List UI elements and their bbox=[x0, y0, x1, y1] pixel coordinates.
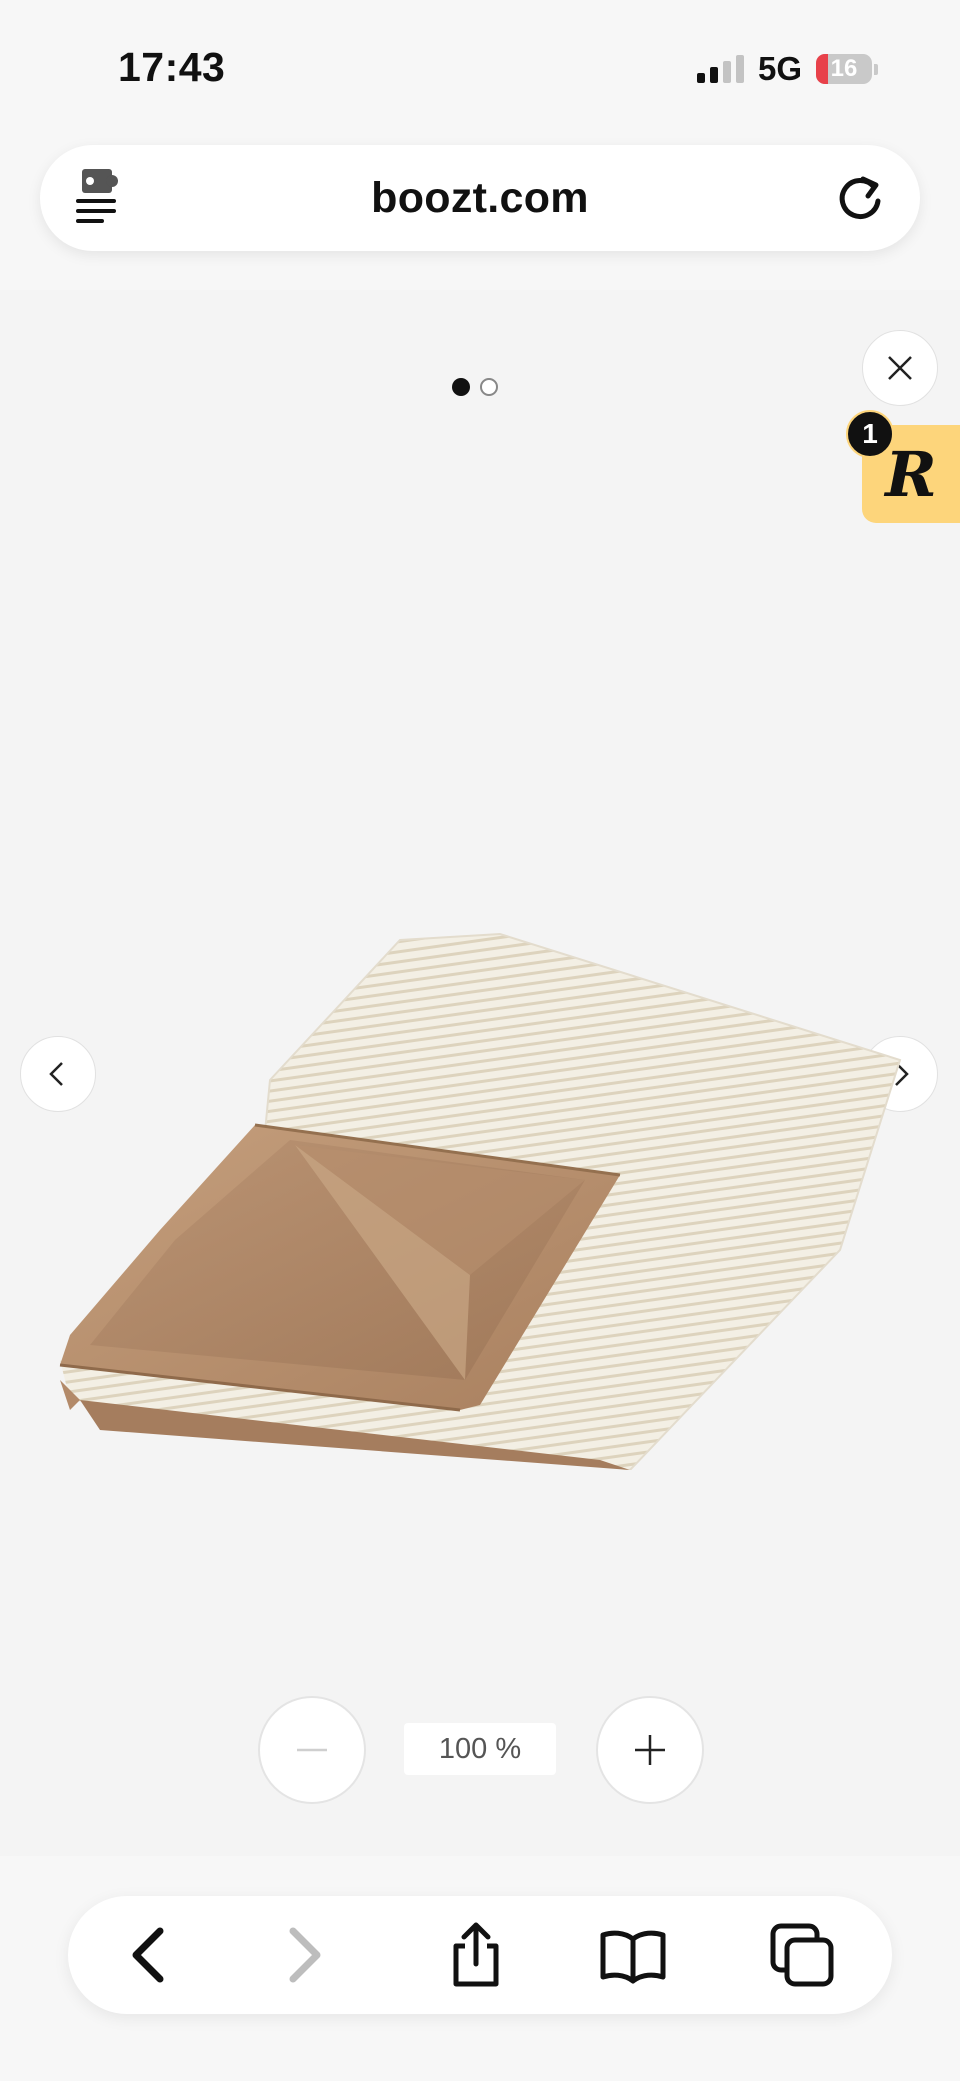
status-time: 17:43 bbox=[118, 44, 226, 90]
zoom-in-button[interactable] bbox=[596, 1696, 704, 1804]
close-button[interactable] bbox=[862, 330, 938, 406]
battery-level: 16 bbox=[830, 55, 858, 82]
forward-button[interactable] bbox=[267, 1918, 341, 1992]
bookmarks-button[interactable] bbox=[596, 1918, 670, 1992]
address-bar[interactable]: boozt.com bbox=[40, 145, 920, 251]
forward-icon bbox=[289, 1927, 321, 1983]
pagination-dot-1[interactable] bbox=[452, 378, 470, 396]
pagination-dot-2[interactable] bbox=[480, 378, 498, 396]
image-viewer[interactable]: R 1 100 % bbox=[0, 290, 960, 1856]
bookmarks-icon bbox=[600, 1930, 666, 1984]
browser-toolbar bbox=[68, 1896, 892, 2014]
back-button[interactable] bbox=[112, 1918, 186, 1992]
battery-icon: 16 bbox=[816, 54, 872, 84]
zoom-controls: 100 % bbox=[0, 1696, 960, 1804]
url-text[interactable]: boozt.com bbox=[371, 174, 589, 223]
reload-icon[interactable] bbox=[830, 167, 890, 227]
status-indicators: 5G 16 bbox=[696, 50, 878, 88]
network-type: 5G bbox=[757, 50, 802, 87]
signal-icon bbox=[696, 55, 744, 83]
pagination-dots bbox=[452, 378, 498, 396]
minus-icon bbox=[297, 1748, 327, 1752]
notification-badge: 1 bbox=[846, 410, 894, 458]
rewards-logo: R bbox=[885, 437, 937, 511]
folded-quilt-image bbox=[59, 932, 902, 1470]
close-icon bbox=[888, 356, 912, 380]
top-area: 17:43 5G 16 boozt.com bbox=[0, 0, 960, 290]
plus-icon bbox=[635, 1735, 665, 1765]
zoom-level: 100 % bbox=[404, 1723, 556, 1775]
tabs-icon bbox=[770, 1923, 834, 1987]
tabs-button[interactable] bbox=[765, 1918, 839, 1992]
bottom-bar bbox=[0, 1856, 960, 2081]
share-button[interactable] bbox=[439, 1918, 513, 1992]
battery-tip bbox=[874, 63, 878, 75]
page-menu-icon[interactable] bbox=[70, 163, 136, 229]
zoom-out-button[interactable] bbox=[258, 1696, 366, 1804]
share-icon bbox=[453, 1922, 499, 1987]
back-icon bbox=[132, 1927, 164, 1983]
